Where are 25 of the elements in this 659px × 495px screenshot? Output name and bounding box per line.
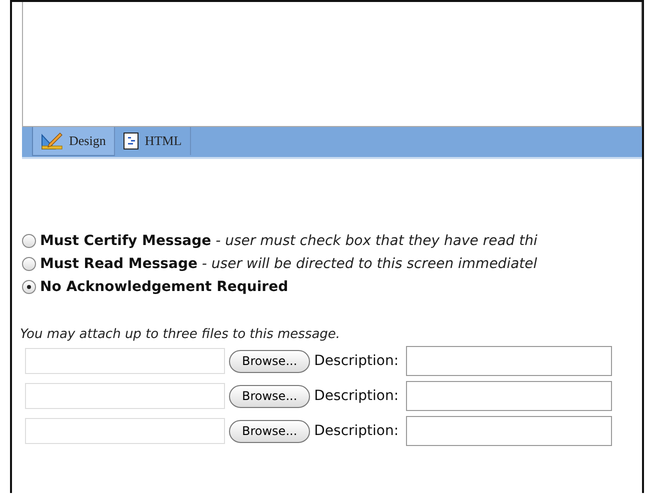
description-field[interactable] [406, 346, 612, 376]
editor-tab[interactable]: HTML [114, 127, 191, 155]
option-description: - user must check box that they have read thi [214, 233, 538, 249]
description-label: Description: [314, 388, 399, 404]
radio-button[interactable] [22, 280, 36, 294]
editor-tab[interactable]: Design [32, 127, 115, 156]
browse-button[interactable]: Browse... [229, 384, 310, 408]
ruler-pencil-icon [41, 132, 63, 150]
description-label: Description: [314, 353, 399, 369]
attach-note: You may attach up to three files to this message. [19, 327, 342, 342]
browse-button[interactable]: Browse... [229, 350, 310, 372]
file-path-field[interactable] [25, 348, 225, 374]
radio-button[interactable] [22, 257, 36, 271]
description-label: Description: [314, 423, 399, 439]
option-label: Must Certify Message [40, 233, 212, 249]
description-field[interactable] [406, 381, 612, 411]
option-label: Must Read Message [40, 256, 198, 272]
browse-button[interactable]: Browse... [229, 420, 310, 442]
document-icon [122, 132, 139, 150]
file-path-field[interactable] [25, 383, 225, 409]
option-description: - user will be directed to this screen immediatel [200, 256, 538, 272]
radio-button[interactable] [22, 234, 36, 248]
file-path-field[interactable] [25, 418, 225, 444]
description-field[interactable] [406, 416, 612, 446]
option-label: No Acknowledgement Required [40, 279, 288, 295]
